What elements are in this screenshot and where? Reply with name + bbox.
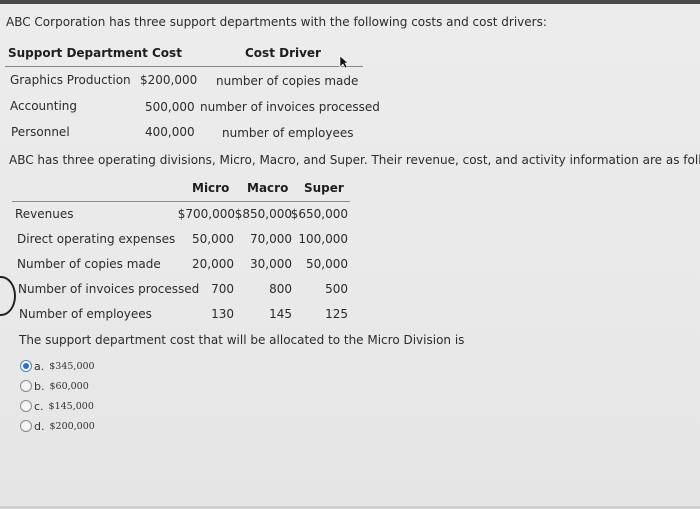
option-letter: d. <box>34 419 45 433</box>
micro-value: 20,000 <box>192 257 234 271</box>
department-cost: $200,000 <box>140 73 198 87</box>
row-label: Revenues <box>15 207 74 221</box>
department-name: Accounting <box>10 99 78 113</box>
super-value: 50,000 <box>306 257 348 271</box>
macro-value: 70,000 <box>250 232 292 246</box>
option-value: $345,000 <box>49 360 95 372</box>
header-cost-driver: Cost Driver <box>245 46 321 60</box>
department-cost: 500,000 <box>145 100 195 114</box>
option-d[interactable]: d. $200,000 <box>20 418 95 434</box>
super-value: 100,000 <box>298 232 348 246</box>
super-value: 125 <box>325 307 348 321</box>
option-value: $145,000 <box>48 400 94 412</box>
radio-icon[interactable] <box>20 380 32 392</box>
header-support-department: Support Department <box>8 46 148 60</box>
window-top-border <box>0 0 700 4</box>
option-letter: c. <box>34 399 44 413</box>
radio-selected-icon[interactable] <box>20 360 32 372</box>
header-macro: Macro <box>247 181 289 195</box>
question-text: The support department cost that will be… <box>19 333 465 347</box>
department-driver: number of copies made <box>216 74 359 88</box>
micro-value: $700,000 <box>177 207 235 221</box>
row-label: Number of copies made <box>17 257 161 271</box>
department-driver: number of employees <box>222 126 354 140</box>
department-cost: 400,000 <box>145 125 195 139</box>
option-value: $60,000 <box>49 380 89 392</box>
macro-value: 145 <box>269 307 292 321</box>
option-c[interactable]: c. $145,000 <box>20 398 94 414</box>
macro-value: 800 <box>269 282 292 296</box>
macro-value: 30,000 <box>250 257 292 271</box>
option-b[interactable]: b. $60,000 <box>20 378 89 394</box>
header-divider <box>5 66 363 67</box>
mouse-pointer-icon <box>339 55 349 69</box>
decorative-arc <box>0 276 16 316</box>
row-label: Number of employees <box>19 307 152 321</box>
micro-value: 700 <box>211 282 234 296</box>
option-letter: a. <box>34 359 45 373</box>
department-name: Personnel <box>11 125 70 139</box>
intro-text: ABC Corporation has three support depart… <box>6 15 547 29</box>
macro-value: $850,000 <box>234 207 292 221</box>
header-super: Super <box>304 181 344 195</box>
option-a[interactable]: a. $345,000 <box>20 358 95 374</box>
option-letter: b. <box>34 379 45 393</box>
super-value: 500 <box>325 282 348 296</box>
header-divider <box>12 201 350 202</box>
header-micro: Micro <box>192 181 230 195</box>
department-driver: number of invoices processed <box>200 100 380 114</box>
radio-icon[interactable] <box>20 420 32 432</box>
department-name: Graphics Production <box>10 73 131 87</box>
micro-value: 50,000 <box>192 232 234 246</box>
row-label: Direct operating expenses <box>17 232 176 246</box>
option-value: $200,000 <box>49 420 95 432</box>
header-cost: Cost <box>152 46 182 60</box>
super-value: $650,000 <box>290 207 348 221</box>
divisions-intro-text: ABC has three operating divisions, Micro… <box>9 153 700 167</box>
radio-icon[interactable] <box>20 400 32 412</box>
micro-value: 130 <box>211 307 234 321</box>
